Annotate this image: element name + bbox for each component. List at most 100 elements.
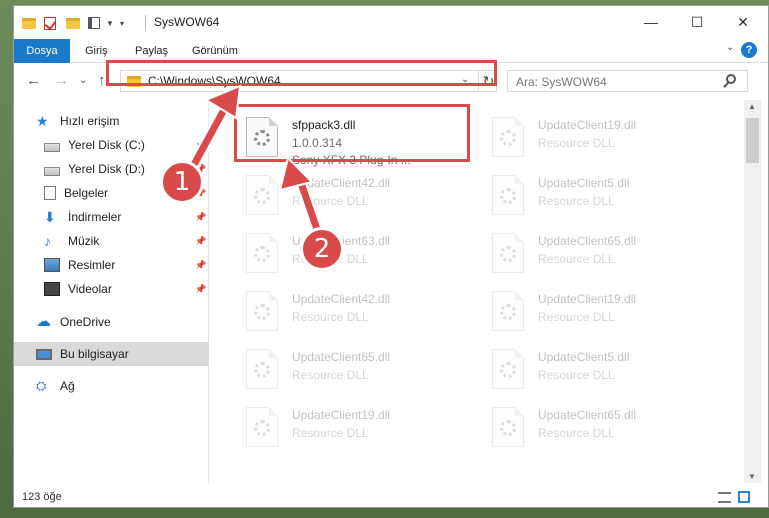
file-name: UpdateClient65.dll [538,234,637,248]
search-input[interactable]: Ara: SysWOW64 [507,70,748,92]
file-type: Resource DLL [292,310,369,324]
pin-icon[interactable]: 📌 [195,140,206,151]
vertical-scrollbar[interactable]: ▲ ▼ [744,100,761,483]
item-count: 123 öğe [22,491,62,503]
file-type: Resource DLL [538,252,615,266]
help-icon[interactable]: ? [741,42,757,58]
sidebar-item-this-pc[interactable]: Bu bilgisayar [14,342,209,366]
file-item[interactable]: UpdateClient65.dll Resource DLL [478,226,713,284]
file-type: Resource DLL [538,426,615,440]
sidebar-item-videos[interactable]: Videolar 📌 [14,277,209,301]
file-type: Resource DLL [292,426,369,440]
ribbon-expand-icon[interactable]: ⌄ [726,42,734,53]
file-type: Resource DLL [292,368,369,382]
sidebar-item-music[interactable]: ♪ Müzik 📌 [14,229,209,253]
properties-icon[interactable] [88,15,100,31]
file-item[interactable]: UpdateClient42.dll Resource DLL [232,284,467,342]
file-type: Resource DLL [292,194,369,208]
sidebar-item-onedrive[interactable]: ☁ OneDrive [14,310,209,334]
file-item[interactable]: UpdateClient5.dll Resource DLL [478,168,713,226]
dll-file-icon [246,407,278,447]
file-name: UpdateClient19.dll [538,118,637,132]
dll-file-icon [492,175,524,215]
dll-file-icon [492,291,524,331]
pin-icon[interactable]: 📌 [195,212,206,223]
star-icon: ★ [36,113,49,129]
file-name: UpdateClient42.dll [292,292,391,306]
file-item[interactable]: UpdateClient5.dll Resource DLL [478,342,713,400]
window-title: SysWOW64 [154,15,220,29]
file-item[interactable]: UpdateClient65.dll Resource DLL [232,342,467,400]
pin-icon[interactable]: 📌 [195,260,206,271]
search-placeholder: Ara: SysWOW64 [516,75,607,89]
status-bar: 123 öğe [14,483,768,507]
pin-icon[interactable]: 📌 [195,284,206,295]
download-icon: ⬇ [44,209,56,225]
dll-file-icon [492,349,524,389]
navigation-pane: ★ Hızlı erişim Yerel Disk (C:) 📌 Yerel D… [14,100,209,483]
back-button[interactable]: ← [26,73,41,89]
scroll-down-icon[interactable]: ▼ [748,472,756,481]
forward-button[interactable]: → [54,73,69,89]
recent-locations-button[interactable]: ⌄ [79,73,87,89]
dll-file-icon [246,349,278,389]
chevron-down-icon[interactable]: ▼ [106,15,114,31]
video-icon [44,282,60,296]
new-folder-icon[interactable] [66,15,80,31]
file-highlight-box [234,104,470,162]
sidebar-item-pictures[interactable]: Resimler 📌 [14,253,209,277]
tab-file[interactable]: Dosya [14,39,70,63]
sidebar-item-quick-access[interactable]: ★ Hızlı erişim [14,109,209,133]
file-item[interactable]: UpdateClient65.dll Resource DLL [478,400,713,458]
file-name: UpdateClient65.dll [292,350,391,364]
sidebar-item-local-disk-c[interactable]: Yerel Disk (C:) 📌 [14,133,209,157]
sidebar-item-downloads[interactable]: ⬇ İndirmeler 📌 [14,205,209,229]
file-type: Resource DLL [538,194,615,208]
pin-icon[interactable]: 📌 [195,236,206,247]
file-name: UpdateClient65.dll [538,408,637,422]
customize-toolbar-icon[interactable]: ▾ [120,15,124,31]
up-button[interactable]: ↑ [98,73,106,89]
file-item[interactable]: UpdateClient19.dll Resource DLL [478,284,713,342]
network-icon: ⛭ [36,378,47,393]
dll-file-icon [492,407,524,447]
close-button[interactable]: ✕ [720,6,766,38]
maximize-button[interactable]: ☐ [674,6,720,38]
file-type: Resource DLL [538,368,615,382]
scrollbar-thumb[interactable] [746,118,759,163]
file-item[interactable]: UpdateClient19.dll Resource DLL [232,400,467,458]
large-icons-view-icon[interactable] [738,491,750,503]
details-view-icon[interactable] [718,492,731,503]
dll-file-icon [246,233,278,273]
document-icon [44,186,56,200]
file-type: Resource DLL [538,136,615,150]
address-highlight-box [106,60,497,86]
disk-icon [44,142,60,152]
file-name: UpdateClient19.dll [538,292,637,306]
cloud-icon: ☁ [36,313,51,330]
dll-file-icon [246,291,278,331]
file-name: UpdateClient5.dll [538,350,630,364]
tab-home[interactable]: Giriş [85,39,108,63]
file-name: UpdateClient5.dll [538,176,630,190]
disk-icon [44,166,60,176]
search-icon[interactable] [726,74,736,84]
title-bar: ▼ ▾ SysWOW64 — ☐ ✕ [14,6,768,39]
file-item[interactable]: UpdateClient63.dll Resource DLL [232,226,467,284]
computer-icon [36,348,52,360]
dll-file-icon [246,175,278,215]
scroll-up-icon[interactable]: ▲ [748,102,756,111]
dll-file-icon [492,233,524,273]
music-icon: ♪ [44,233,51,249]
step-1-badge: 1 [160,160,204,204]
pictures-icon [44,258,60,272]
file-name: UpdateClient42.dll [292,176,391,190]
file-item[interactable]: UpdateClient42.dll Resource DLL [232,168,467,226]
file-name: UpdateClient19.dll [292,408,391,422]
properties-check-icon[interactable] [44,15,56,31]
sidebar-item-network[interactable]: ⛭ Ağ [14,374,209,398]
file-item[interactable]: UpdateClient19.dll Resource DLL [478,110,713,168]
minimize-button[interactable]: — [628,6,674,38]
title-separator [145,15,146,30]
dll-file-icon [492,117,524,157]
